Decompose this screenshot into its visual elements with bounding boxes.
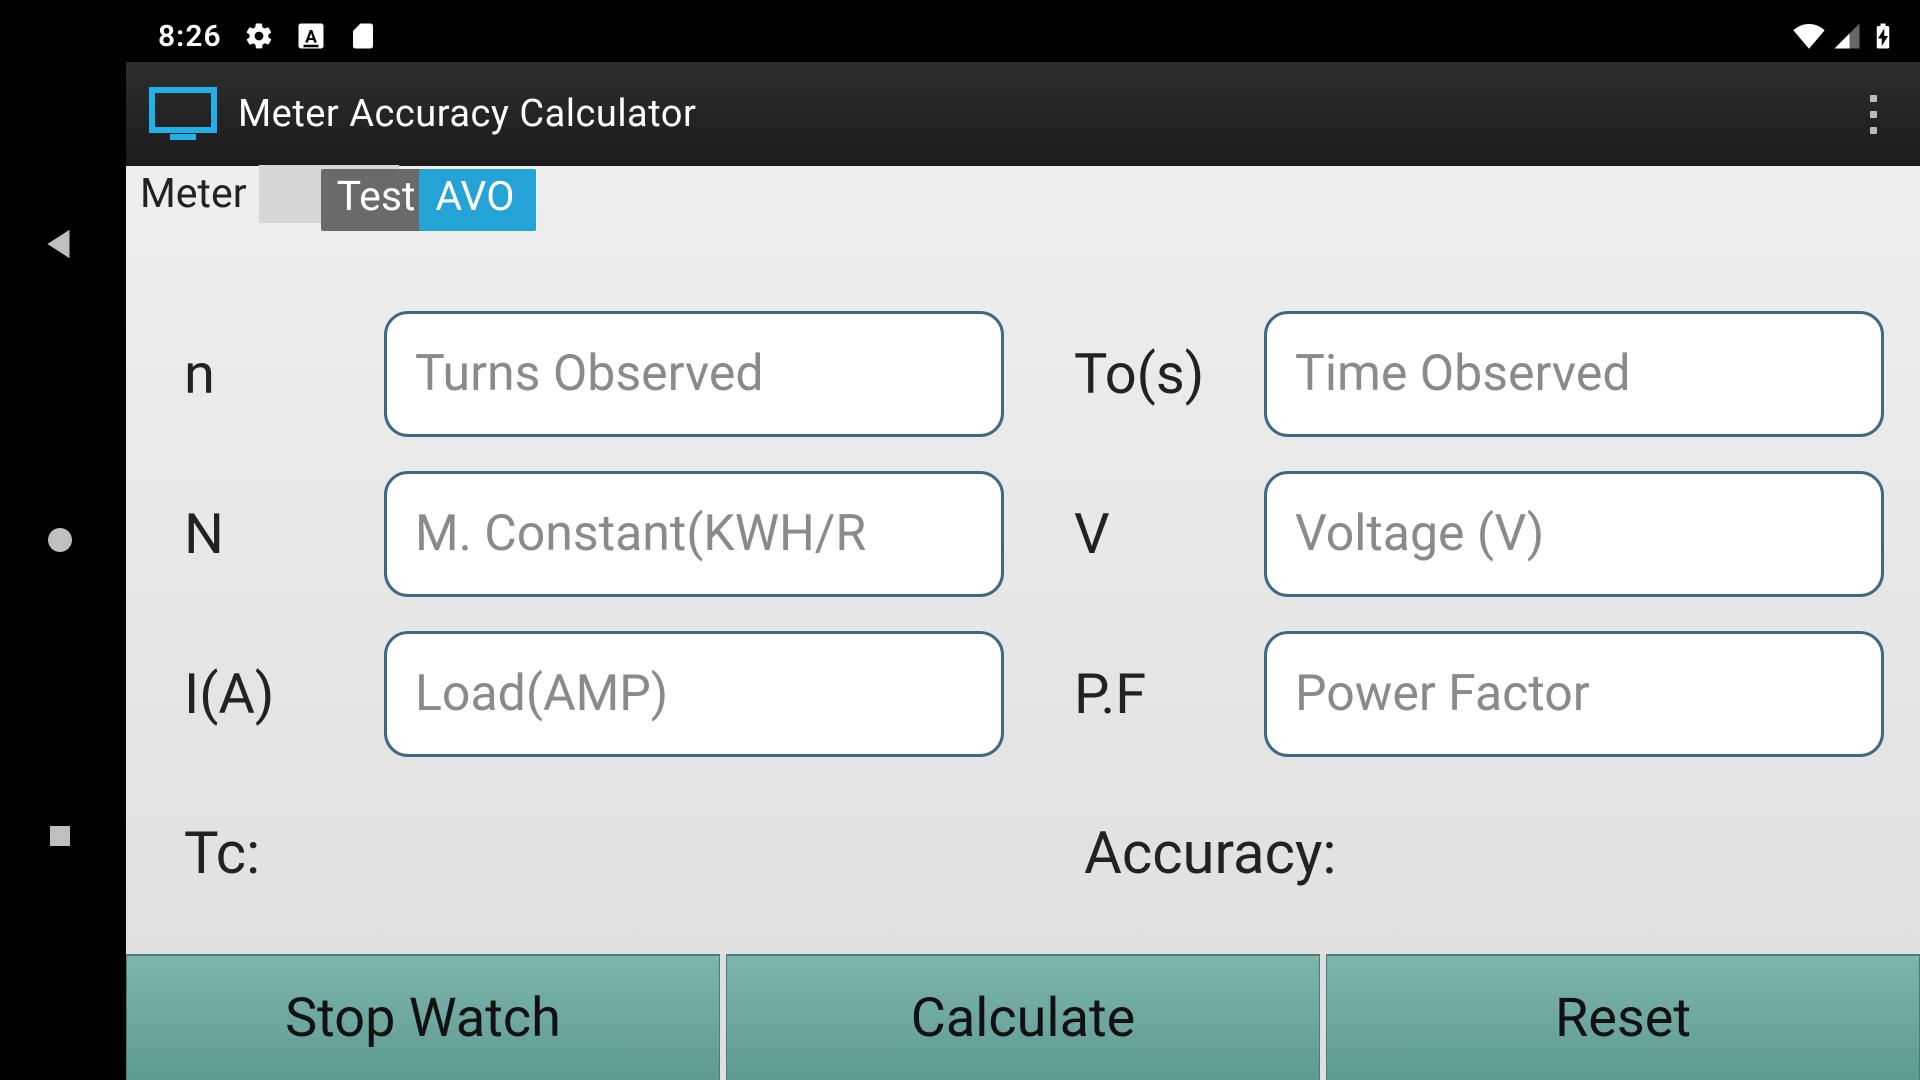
status-bar: 8:26 A [0,12,1920,60]
overflow-menu-button[interactable] [1848,84,1898,144]
app-title: Meter Accuracy Calculator [238,92,696,136]
cell-signal-icon [1832,21,1862,51]
button-bar: Stop Watch Calculate Reset [126,954,1920,1080]
input-power-factor[interactable] [1264,631,1884,757]
gear-icon [244,21,274,51]
input-time-observed[interactable] [1264,311,1884,437]
input-load-amp[interactable] [384,631,1004,757]
tab-strip: Meter Test AVO [126,166,1920,234]
label-N: N [184,501,364,567]
app-window: Meter Accuracy Calculator Meter Test AVO… [126,62,1920,1080]
calculate-button[interactable]: Calculate [726,954,1320,1080]
status-time: 8:26 [158,19,222,54]
system-nav-bar [20,0,100,1080]
label-to: To(s) [1044,341,1244,407]
result-accuracy: Accuracy: [1084,820,1904,888]
back-button[interactable] [37,221,83,267]
svg-text:A: A [305,27,317,47]
label-i: I(A) [184,661,364,727]
recents-button[interactable] [37,813,83,859]
label-pf: P.F [1044,661,1244,727]
label-v: V [1044,501,1244,567]
app-logo-icon [148,86,218,142]
home-button[interactable] [37,517,83,563]
input-meter-constant[interactable] [384,471,1004,597]
tab-test[interactable]: Test [321,169,434,231]
result-tc: Tc: [184,820,1084,888]
tab-avo[interactable]: AVO [419,169,536,231]
form-area: n To(s) N V I(A) P.F Tc: Accuracy: [126,234,1920,954]
action-bar: Meter Accuracy Calculator [126,62,1920,166]
sd-card-icon [348,21,378,51]
reset-button[interactable]: Reset [1326,954,1920,1080]
wifi-icon [1792,19,1826,53]
stopwatch-button[interactable]: Stop Watch [126,954,720,1080]
battery-charging-icon [1868,21,1898,51]
tab-meter[interactable]: Meter [126,168,261,233]
input-voltage[interactable] [1264,471,1884,597]
label-n: n [184,341,364,407]
keyboard-a-icon: A [296,21,326,51]
input-turns-observed[interactable] [384,311,1004,437]
